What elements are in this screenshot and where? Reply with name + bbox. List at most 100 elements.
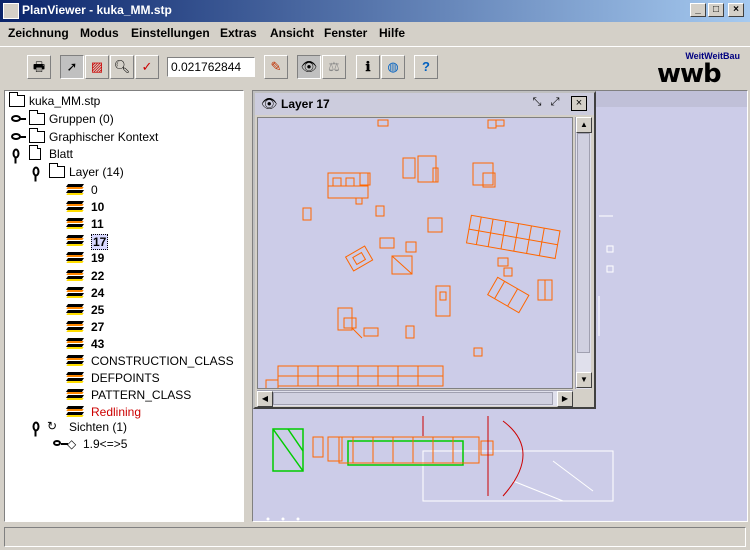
status-bar: [4, 527, 746, 547]
scroll-down-button[interactable]: ▼: [576, 372, 592, 388]
select-region-icon: ▨: [90, 59, 104, 74]
folder-icon: [49, 163, 65, 178]
layer-frame-horizontal-scrollbar[interactable]: ◀ ▶: [257, 390, 573, 407]
iconify-button[interactable]: ⤡: [529, 96, 545, 111]
layer-label: 17: [91, 234, 109, 251]
tree-graphic-context[interactable]: Graphischer Kontext: [11, 128, 211, 145]
tree-layer-item[interactable]: 22: [65, 268, 242, 284]
tree-layer-item[interactable]: Redlining: [65, 404, 242, 420]
layer-label: 0: [91, 183, 98, 197]
redline-button[interactable]: ✓: [135, 55, 159, 79]
app-icon: [3, 3, 19, 19]
layer-icon: [65, 201, 85, 213]
layer-label: 27: [91, 319, 105, 334]
layer-label: Redlining: [91, 405, 142, 420]
tree-layer-item[interactable]: 27: [65, 319, 242, 335]
collapse-handle-icon: [32, 421, 40, 432]
redline-tool-icon: ✓: [141, 59, 153, 74]
globe-button[interactable]: ◍: [381, 55, 405, 79]
layer-label: CONSTRUCTION_CLASS: [91, 354, 234, 368]
scroll-right-button[interactable]: ▶: [557, 391, 573, 407]
menu-zeichnung[interactable]: Zeichnung: [8, 26, 69, 40]
tree-sheet[interactable]: Blatt: [11, 145, 211, 162]
layer-canvas[interactable]: [257, 117, 573, 389]
menu-fenster[interactable]: Fenster: [324, 26, 367, 40]
tree-layer-item[interactable]: 25: [65, 302, 242, 318]
tree-views[interactable]: ↻ Sichten (1): [31, 419, 231, 435]
structure-tree: kuka_MM.stp Gruppen (0) Graphischer Kont…: [4, 90, 244, 522]
zoom-factor-input[interactable]: [167, 57, 255, 77]
collapse-handle-icon: [12, 148, 20, 159]
view-range-icon: ◇: [67, 437, 77, 451]
layer-label: 43: [91, 336, 105, 351]
layer-drawing: [265, 119, 561, 388]
menu-einstellungen[interactable]: Einstellungen: [131, 26, 210, 40]
minimize-button[interactable]: _: [690, 3, 706, 17]
window-title: PlanViewer - kuka_MM.stp: [22, 3, 172, 17]
binoculars-icon: 👁: [261, 96, 278, 111]
scroll-left-button[interactable]: ◀: [257, 391, 273, 407]
help-button[interactable]: ?: [414, 55, 438, 79]
menu-hilfe[interactable]: Hilfe: [379, 26, 405, 40]
layer-label: 19: [91, 251, 105, 266]
layer-icon: [65, 389, 85, 401]
vertical-scroll-thumb[interactable]: [577, 133, 590, 353]
layer-label: PATTERN_CLASS: [91, 388, 192, 403]
layer-icon: [65, 184, 85, 196]
layer-frame-vertical-scrollbar[interactable]: ▲ ▼: [575, 117, 592, 389]
tree-layer-item[interactable]: DEFPOINTS: [65, 370, 242, 386]
close-frame-button[interactable]: ×: [571, 96, 587, 111]
folder-icon: [29, 128, 45, 143]
globe-icon: ◍: [387, 59, 399, 74]
layer-icon: [65, 218, 85, 230]
layer-label: DEFPOINTS: [91, 371, 160, 386]
folder-icon: [29, 110, 45, 125]
layer-icon: [65, 269, 85, 282]
scroll-up-button[interactable]: ▲: [576, 117, 592, 133]
layer-icon: [65, 355, 85, 367]
paint-button[interactable]: ✎: [264, 55, 288, 79]
print-button[interactable]: 🖶: [27, 55, 51, 79]
layer-icon: [65, 235, 85, 247]
view-handle-icon: [53, 440, 68, 446]
layer-label: 22: [91, 268, 105, 283]
menu-extras[interactable]: Extras: [220, 26, 257, 40]
binoculars-icon: 👁: [300, 59, 318, 74]
tree-layer-item[interactable]: 0: [65, 182, 242, 198]
views-icon: ↻: [47, 419, 58, 433]
tree-layer-item[interactable]: 43: [65, 336, 242, 352]
layer-frame-titlebar[interactable]: 👁 Layer 17 ⤡ ⤢ ×: [255, 93, 594, 115]
tree-layer-item[interactable]: 19: [65, 250, 242, 266]
select-region-button[interactable]: ▨: [85, 55, 109, 79]
maximize-button[interactable]: □: [708, 3, 724, 17]
toolbar: 🖶 ➚ ▨ 🔍︎ ✓ ✎ 👁 ⚖ ℹ ◍ ? WeitWeitBau wwb: [0, 46, 750, 89]
layer-icon: [65, 337, 85, 350]
tree-layer-item[interactable]: 17: [65, 233, 242, 251]
layer-label: 11: [91, 217, 104, 232]
tree-view-item[interactable]: ◇ 1.9<=>5: [53, 436, 233, 452]
collapse-handle-icon: [32, 166, 40, 177]
layer-frame-title: Layer 17: [281, 97, 330, 111]
select-button[interactable]: ➚: [60, 55, 84, 79]
tree-layer-item[interactable]: 24: [65, 285, 242, 301]
menu-bar: Zeichnung Modus Einstellungen Extras Ans…: [0, 22, 750, 44]
compare-button[interactable]: ⚖: [322, 55, 346, 79]
horizontal-scroll-thumb[interactable]: [273, 392, 553, 405]
menu-modus[interactable]: Modus: [80, 26, 119, 40]
tree-layers[interactable]: Layer (14): [31, 163, 231, 180]
tree-layer-item[interactable]: PATTERN_CLASS: [65, 387, 242, 403]
find-button[interactable]: 👁: [297, 55, 321, 79]
maximize-frame-button[interactable]: ⤢: [547, 96, 563, 111]
info-button[interactable]: ℹ: [356, 55, 380, 79]
layer-frame[interactable]: 👁 Layer 17 ⤡ ⤢ × ▲ ▼ ◀ ▶: [253, 91, 596, 409]
menu-ansicht[interactable]: Ansicht: [270, 26, 314, 40]
tree-groups[interactable]: Gruppen (0): [11, 110, 211, 127]
layer-icon: [65, 252, 85, 264]
help-icon: ?: [422, 59, 430, 74]
select-arrow-icon: ➚: [66, 59, 78, 74]
tree-layer-item[interactable]: CONSTRUCTION_CLASS: [65, 353, 242, 369]
tree-layer-item[interactable]: 10: [65, 199, 242, 215]
close-button[interactable]: ×: [728, 3, 744, 17]
zoom-button[interactable]: 🔍︎: [110, 55, 134, 79]
tree-layer-item[interactable]: 11: [65, 216, 242, 232]
